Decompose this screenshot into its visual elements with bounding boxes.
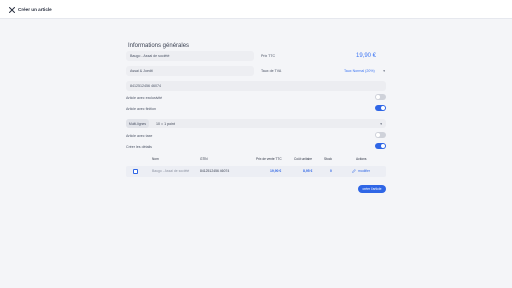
price-label: Prix TTC (261, 54, 276, 58)
row-cost: 8,95 € (303, 169, 313, 173)
close-icon[interactable] (8, 6, 16, 14)
header-stock: Stock (324, 157, 332, 161)
create-article-button[interactable]: créer l'article (358, 185, 386, 193)
tax-toggle[interactable] (375, 132, 386, 138)
toggle-knob (380, 105, 386, 111)
header-name: Nom (152, 157, 159, 161)
modify-button[interactable]: modifier (352, 169, 370, 173)
section-title: Informations générales (128, 43, 190, 49)
row-stock: 0 (330, 169, 332, 173)
barcode-field[interactable]: 8412512456 46074 (126, 81, 386, 91)
toggle-knob (380, 143, 386, 149)
tva-select[interactable]: Taux Normal (20%) ▾ (344, 68, 385, 74)
brand-field[interactable]: Assai & Joedti (126, 66, 254, 76)
page-title: Créer un article (18, 7, 52, 12)
points-value: 10 = 1 point (156, 121, 175, 126)
row-checkbox[interactable] (133, 169, 138, 174)
toggle-knob (375, 94, 381, 100)
exclusive-toggle[interactable] (375, 94, 386, 100)
exclusive-label: Article avec exclusivité (126, 96, 163, 100)
header-price: Prix de vente TTC (256, 157, 282, 161)
article-name-field[interactable]: Baugo - Assai de société (126, 51, 254, 61)
details-label: Créer les détails (126, 145, 152, 149)
tax-label: Article avec taxe (126, 134, 153, 138)
tva-value: Taux Normal (20%) (344, 69, 375, 73)
details-toggle[interactable] (375, 143, 386, 149)
chevron-down-icon: ▾ (380, 121, 382, 126)
pencil-icon (352, 169, 356, 173)
points-pill: Multi-lignes (126, 119, 149, 128)
header-actions: Actions (356, 157, 367, 161)
price-value[interactable]: 19,90 € (356, 52, 376, 60)
header-cost: Coût unitaire (294, 157, 313, 161)
tva-label: Taux de TVA (261, 69, 282, 73)
row-price: 19,90 € (270, 169, 282, 173)
header-gtin: GTIN (200, 157, 208, 161)
chevron-down-icon: ▾ (383, 69, 385, 73)
row-gtin: 8412512456 46074 (200, 169, 230, 173)
finish-label: Article avec finition (126, 107, 156, 111)
row-name: Baugo - Assai de société (152, 169, 190, 173)
toggle-knob (375, 132, 381, 138)
finish-toggle[interactable] (375, 105, 386, 111)
top-bar: Créer un article (0, 0, 512, 19)
points-select[interactable]: Multi-lignes 10 = 1 point ▾ (126, 119, 386, 128)
modify-label: modifier (358, 169, 371, 173)
